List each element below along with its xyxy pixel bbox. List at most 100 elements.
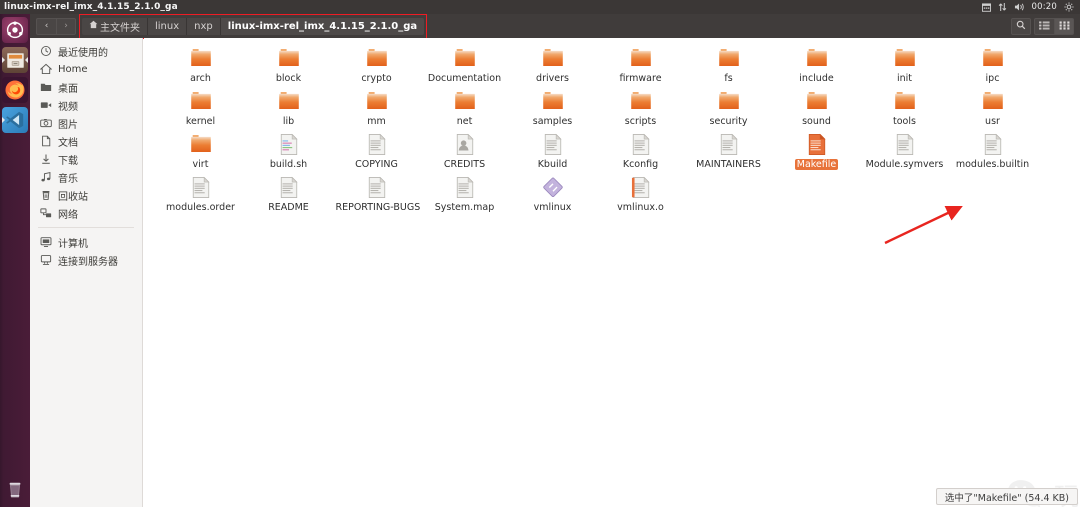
file-item-build-sh[interactable]: build.sh — [245, 132, 332, 175]
file-icon — [365, 175, 389, 201]
file-item-usr[interactable]: usr — [949, 89, 1036, 132]
folder-icon — [893, 89, 917, 115]
back-button[interactable]: ‹ — [36, 17, 56, 35]
file-item-virt[interactable]: virt — [157, 132, 244, 175]
file-item-readme[interactable]: README — [245, 175, 332, 218]
file-icon — [541, 132, 565, 158]
file-item-ipc[interactable]: ipc — [949, 46, 1036, 89]
clock[interactable]: 00:20 — [1032, 2, 1058, 12]
sidebar-item-1[interactable]: 计算机 — [30, 233, 142, 251]
sidebar-item-9[interactable]: 回收站 — [30, 186, 142, 204]
sidebar-divider — [38, 227, 134, 228]
gear-icon[interactable] — [1064, 2, 1074, 12]
breadcrumb-item-home[interactable]: 主文件夹 — [82, 17, 148, 35]
sidebar-item-8[interactable]: 音乐 — [30, 168, 142, 186]
file-item-scripts[interactable]: scripts — [597, 89, 684, 132]
download-icon — [40, 153, 52, 165]
file-item-modules-order[interactable]: modules.order — [157, 175, 244, 218]
places-list-secondary: 计算机 连接到服务器 — [30, 233, 142, 269]
file-item-security[interactable]: security — [685, 89, 772, 132]
file-item-lib[interactable]: lib — [245, 89, 332, 132]
file-item-credits[interactable]: CREDITS — [421, 132, 508, 175]
file-item-kbuild[interactable]: Kbuild — [509, 132, 596, 175]
sidebar-item-2[interactable]: Home — [30, 60, 142, 78]
sidebar-item-3[interactable]: 桌面 — [30, 78, 142, 96]
file-item-firmware[interactable]: firmware — [597, 46, 684, 89]
file-item-reporting-bugs[interactable]: REPORTING-BUGS — [333, 175, 420, 218]
places-sidebar: 最近使用的 Home 桌面 视频 图片 文档下载 音乐 回收站网络 计算机连接到服务器 — [30, 38, 143, 507]
sidebar-item-7[interactable]: 下载 — [30, 150, 142, 168]
file-item-label: mm — [367, 116, 386, 127]
file-item-include[interactable]: include — [773, 46, 860, 89]
file-item-drivers[interactable]: drivers — [509, 46, 596, 89]
file-item-net[interactable]: net — [421, 89, 508, 132]
file-item-fs[interactable]: fs — [685, 46, 772, 89]
folder-icon — [189, 89, 213, 115]
file-item-makefile[interactable]: Makefile — [773, 132, 860, 175]
view-toggle-group — [1034, 17, 1074, 35]
sidebar-item-2[interactable]: 连接到服务器 — [30, 251, 142, 269]
grid-view-button[interactable] — [1054, 17, 1074, 35]
search-button[interactable] — [1011, 17, 1031, 35]
launcher-item-trash[interactable] — [2, 476, 28, 502]
network-updown-icon[interactable] — [998, 2, 1007, 12]
file-manager-window: ‹ › 主文件夹 linux nxp linux-imx-rel_imx_4.1… — [30, 13, 1080, 507]
file-item-kconfig[interactable]: Kconfig — [597, 132, 684, 175]
file-item-module-symvers[interactable]: Module.symvers — [861, 132, 948, 175]
forward-button[interactable]: › — [56, 17, 76, 35]
sidebar-item-5[interactable]: 图片 — [30, 114, 142, 132]
file-item-documentation[interactable]: Documentation — [421, 46, 508, 89]
home-icon — [40, 63, 52, 75]
launcher-item-ubuntu-dash[interactable] — [2, 17, 28, 43]
file-icon — [277, 175, 301, 201]
sidebar-item-10[interactable]: 网络 — [30, 204, 142, 222]
sidebar-item-1[interactable]: 最近使用的 — [30, 42, 142, 60]
document-icon — [40, 135, 52, 147]
folder-icon — [717, 89, 741, 115]
file-item-block[interactable]: block — [245, 46, 332, 89]
sidebar-item-4[interactable]: 视频 — [30, 96, 142, 114]
volume-icon[interactable] — [1014, 2, 1025, 12]
sidebar-item-label: 连接到服务器 — [58, 256, 118, 268]
file-item-kernel[interactable]: kernel — [157, 89, 244, 132]
breadcrumb-item-linux[interactable]: linux — [148, 17, 188, 35]
file-item-init[interactable]: init — [861, 46, 948, 89]
sidebar-item-6[interactable]: 文档 — [30, 132, 142, 150]
unity-launcher — [0, 14, 30, 507]
file-icon — [453, 175, 477, 201]
file-item-label: CREDITS — [443, 159, 486, 170]
file-item-samples[interactable]: samples — [509, 89, 596, 132]
folder-icon — [189, 132, 213, 158]
file-item-label: build.sh — [269, 159, 308, 170]
breadcrumb-item-current[interactable]: linux-imx-rel_imx_4.1.15_2.1.0_ga — [220, 17, 425, 35]
file-item-mm[interactable]: mm — [333, 89, 420, 132]
launcher-item-firefox[interactable] — [2, 77, 28, 103]
file-item-tools[interactable]: tools — [861, 89, 948, 132]
file-item-crypto[interactable]: crypto — [333, 46, 420, 89]
file-item-maintainers[interactable]: MAINTAINERS — [685, 132, 772, 175]
file-icon — [453, 132, 477, 158]
file-item-label: scripts — [624, 116, 657, 127]
sidebar-item-label: 下载 — [58, 155, 78, 167]
file-view[interactable]: arch block crypto Documentation drivers firmw… — [144, 38, 1080, 507]
list-view-button[interactable] — [1034, 17, 1054, 35]
sidebar-item-label: 计算机 — [58, 238, 88, 250]
file-item-vmlinux-o[interactable]: vmlinux.o — [597, 175, 684, 218]
calendar-icon[interactable] — [981, 2, 991, 12]
file-icon — [717, 132, 741, 158]
file-item-label: README — [268, 202, 309, 213]
file-item-copying[interactable]: COPYING — [333, 132, 420, 175]
folder-icon — [717, 46, 741, 72]
launcher-item-vscode[interactable] — [2, 107, 28, 133]
launcher-item-files[interactable] — [2, 47, 28, 73]
file-item-vmlinux[interactable]: vmlinux — [509, 175, 596, 218]
file-item-arch[interactable]: arch — [157, 46, 244, 89]
folder-icon — [629, 46, 653, 72]
sidebar-item-label: 网络 — [58, 209, 78, 221]
file-item-sound[interactable]: sound — [773, 89, 860, 132]
file-item-modules-builtin[interactable]: modules.builtin — [949, 132, 1036, 175]
file-item-system-map[interactable]: System.map — [421, 175, 508, 218]
breadcrumb-item-nxp[interactable]: nxp — [187, 17, 221, 35]
computer-icon — [40, 236, 52, 248]
folder-icon — [805, 46, 829, 72]
